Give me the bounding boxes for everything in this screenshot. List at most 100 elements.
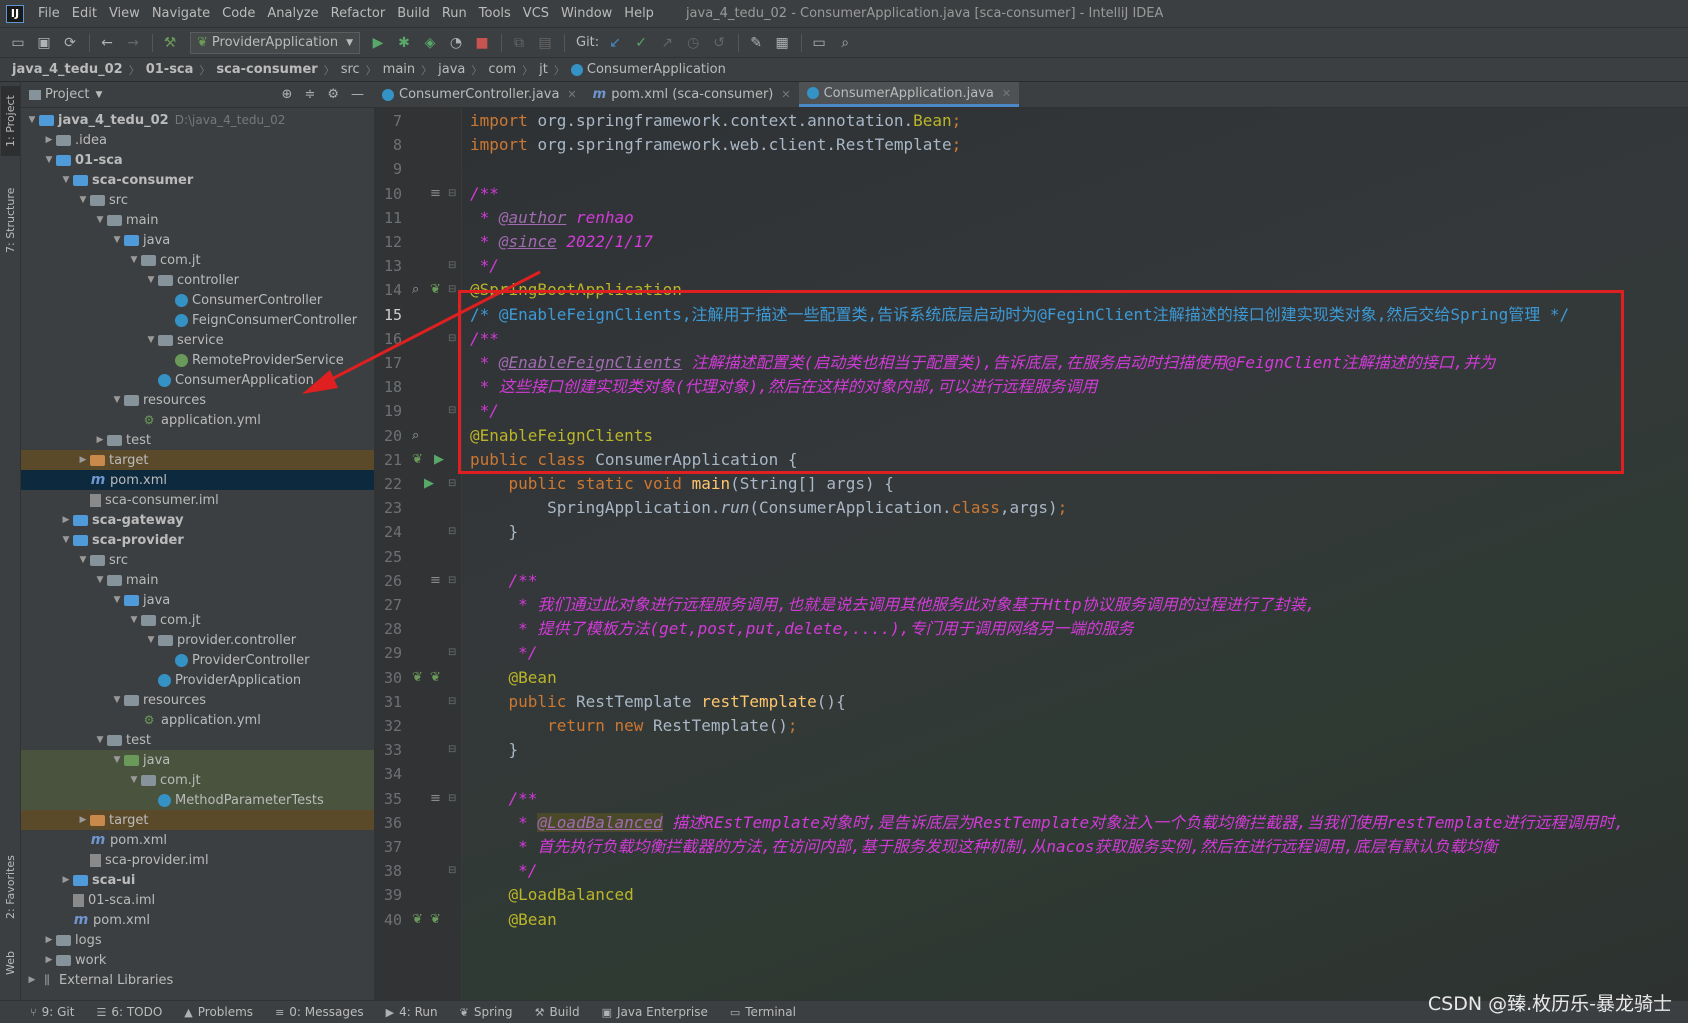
expanded-arrow-icon[interactable]: ▼ [127, 615, 141, 625]
git-history-icon[interactable]: ◷ [681, 31, 705, 55]
menu-item-tools[interactable]: Tools [473, 6, 517, 21]
expanded-arrow-icon[interactable]: ▼ [93, 575, 107, 585]
stop-icon[interactable]: ■ [470, 31, 494, 55]
gear-icon[interactable]: ⚙ [327, 87, 339, 102]
tree-item[interactable]: ▶⚙application.yml [21, 710, 374, 730]
fold-marker-icon[interactable]: ⊟ [448, 568, 456, 594]
tree-item[interactable]: ▶ logs [21, 930, 374, 950]
tree-item[interactable]: ▼ sca-provider [21, 530, 374, 550]
tree-item[interactable]: ▼ sca-consumer [21, 170, 374, 190]
breadcrumb-item[interactable]: main [383, 62, 415, 77]
chevron-down-icon[interactable]: ▼ [95, 90, 102, 100]
tree-item[interactable]: ▶ test [21, 430, 374, 450]
tree-item[interactable]: ▶ target [21, 810, 374, 830]
tree-item[interactable]: ▶mpom.xml [21, 830, 374, 850]
tree-item[interactable]: ▶mpom.xml [21, 910, 374, 930]
editor-tab[interactable]: m pom.xml (sca-consumer) ✕ [585, 82, 799, 107]
tree-item[interactable]: ▶MethodParameterTests [21, 790, 374, 810]
run-dashboard-icon[interactable]: ▤ [533, 31, 557, 55]
tool-tab-structure[interactable]: 7: Structure [1, 178, 20, 262]
tree-item[interactable]: ▼ java [21, 750, 374, 770]
expanded-arrow-icon[interactable]: ▼ [110, 235, 124, 245]
tree-item[interactable]: ▼ java [21, 590, 374, 610]
project-view-title[interactable]: Project [45, 87, 89, 102]
expanded-arrow-icon[interactable]: ▼ [42, 155, 56, 165]
fold-marker-icon[interactable]: ⊟ [448, 181, 456, 207]
close-icon[interactable]: ✕ [781, 88, 790, 101]
fold-marker-icon[interactable]: ⊟ [448, 786, 456, 812]
collapsed-arrow-icon[interactable]: ▶ [76, 815, 90, 825]
expanded-arrow-icon[interactable]: ▼ [110, 755, 124, 765]
tool-tab-project[interactable]: 1: Project [1, 86, 20, 156]
build-hammer-icon[interactable]: ⚒ [158, 31, 182, 55]
tree-item[interactable]: ▼ test [21, 730, 374, 750]
fold-marker-icon[interactable]: ⊟ [448, 398, 456, 424]
profile-icon[interactable]: ◔ [444, 31, 468, 55]
expanded-arrow-icon[interactable]: ▼ [144, 335, 158, 345]
tree-item[interactable]: ▼ java_4_tedu_02 D:\java_4_tedu_02 [21, 110, 374, 130]
menu-item-refactor[interactable]: Refactor [325, 6, 392, 21]
code-editor[interactable]: import org.springframework.context.annot… [462, 108, 1688, 1000]
project-structure-icon[interactable]: ▦ [770, 31, 794, 55]
tree-item[interactable]: ▼ com.jt [21, 610, 374, 630]
expanded-arrow-icon[interactable]: ▼ [76, 195, 90, 205]
tool-tab-favorites[interactable]: 2: Favorites [1, 846, 20, 928]
tree-item[interactable]: ▼ com.jt [21, 250, 374, 270]
tool-tab-web[interactable]: Web [1, 940, 20, 986]
tree-item[interactable]: ▼ java [21, 230, 374, 250]
fold-marker-icon[interactable]: ⊟ [448, 737, 456, 763]
tree-item[interactable]: ▼ src [21, 550, 374, 570]
spring-bean-icon[interactable]: ❦ [412, 665, 423, 691]
breadcrumb-item[interactable]: jt [539, 62, 548, 77]
tree-item[interactable]: ▶01-sca.iml [21, 890, 374, 910]
tree-item[interactable]: ▶ target [21, 450, 374, 470]
collapsed-arrow-icon[interactable]: ▶ [42, 135, 56, 145]
expanded-arrow-icon[interactable]: ▼ [127, 255, 141, 265]
menu-item-help[interactable]: Help [618, 6, 660, 21]
git-push-icon[interactable]: ↗ [655, 31, 679, 55]
editor-tab[interactable]: ConsumerApplication.java ✕ [798, 82, 1020, 107]
expanded-arrow-icon[interactable]: ▼ [59, 175, 73, 185]
presentation-icon[interactable]: ▭ [807, 31, 831, 55]
expanded-arrow-icon[interactable]: ▼ [76, 555, 90, 565]
status-tab-6-todo[interactable]: ☰ 6: TODO [96, 1005, 162, 1019]
status-tab-0-messages[interactable]: ≡ 0: Messages [275, 1005, 364, 1019]
tree-item[interactable]: ▼ resources [21, 690, 374, 710]
fold-marker-icon[interactable]: ⊟ [448, 858, 456, 884]
expanded-arrow-icon[interactable]: ▼ [25, 115, 39, 125]
menu-item-run[interactable]: Run [436, 6, 473, 21]
spring-bean-icon[interactable]: ❦ [412, 447, 423, 473]
search-icon[interactable]: ⌕ [833, 31, 857, 55]
editor-tab[interactable]: ConsumerController.java ✕ [374, 82, 585, 107]
tree-item[interactable]: ▼ com.jt [21, 770, 374, 790]
open-folder-icon[interactable]: ▭ [6, 31, 30, 55]
status-tab-problems[interactable]: ▲ Problems [184, 1005, 253, 1019]
debug-icon[interactable]: ✱ [392, 31, 416, 55]
run-icon[interactable]: ▶ [366, 31, 390, 55]
menu-item-vcs[interactable]: VCS [517, 6, 555, 21]
breadcrumb-item[interactable]: ConsumerApplication [587, 62, 726, 77]
tree-item[interactable]: ▶mpom.xml [21, 470, 374, 490]
status-tab-spring[interactable]: ❦ Spring [460, 1005, 513, 1019]
git-rollback-icon[interactable]: ↺ [707, 31, 731, 55]
status-tab-java-enterprise[interactable]: ▣ Java Enterprise [602, 1005, 708, 1019]
menu-item-code[interactable]: Code [216, 6, 261, 21]
breadcrumb-item[interactable]: 01-sca [146, 62, 194, 77]
breadcrumb-item[interactable]: sca-consumer [216, 62, 317, 77]
locate-target-icon[interactable]: ⊕ [282, 87, 293, 102]
fold-marker-icon[interactable]: ⊟ [448, 519, 456, 545]
back-icon[interactable]: ← [95, 31, 119, 55]
expanded-arrow-icon[interactable]: ▼ [110, 395, 124, 405]
expanded-arrow-icon[interactable]: ▼ [110, 595, 124, 605]
git-commit-icon[interactable]: ✓ [629, 31, 653, 55]
expanded-arrow-icon[interactable]: ▼ [144, 275, 158, 285]
status-tab-9-git[interactable]: ⑂ 9: Git [30, 1005, 74, 1019]
tree-item[interactable]: ▶ProviderController [21, 650, 374, 670]
menu-item-analyze[interactable]: Analyze [261, 6, 324, 21]
fold-doc-icon[interactable]: ≡ [430, 568, 441, 594]
expanded-arrow-icon[interactable]: ▼ [110, 695, 124, 705]
menu-item-build[interactable]: Build [391, 6, 436, 21]
collapsed-arrow-icon[interactable]: ▶ [42, 935, 56, 945]
tree-item[interactable]: ▼ src [21, 190, 374, 210]
spring-bean-icon[interactable]: ❦ [412, 907, 423, 933]
